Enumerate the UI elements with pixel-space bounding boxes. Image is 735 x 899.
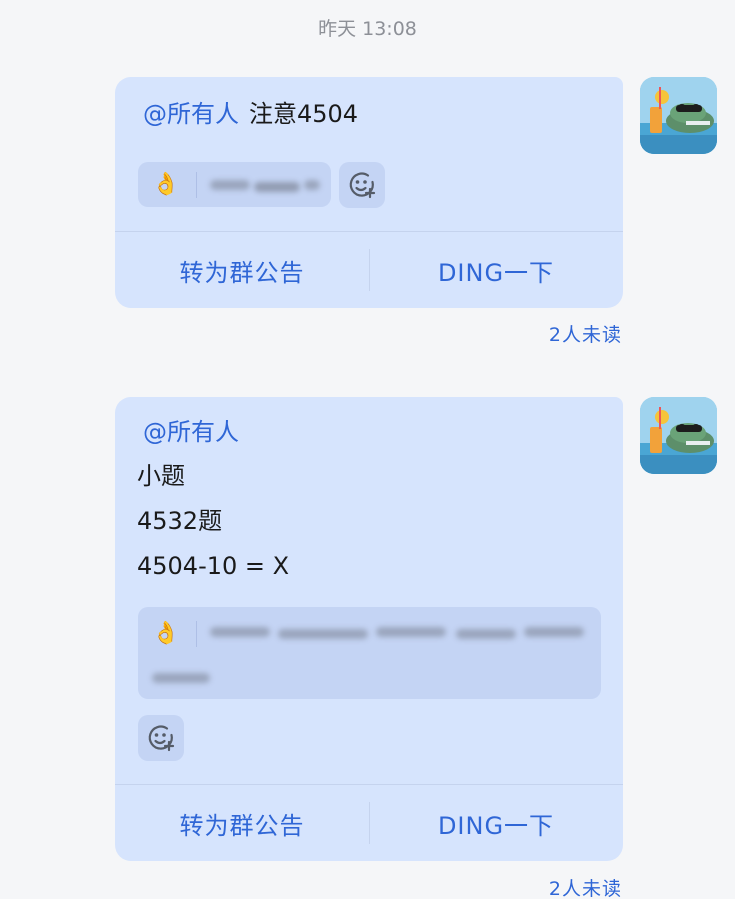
reaction-chip[interactable]: 👌 (138, 162, 331, 207)
reaction-names-blurred (254, 182, 300, 192)
add-reaction-icon (349, 172, 376, 199)
unread-count[interactable]: 2人未读 (549, 874, 622, 899)
crocodile-avatar-icon (640, 77, 717, 154)
message-text: 注意4504 (249, 100, 359, 128)
unread-count[interactable]: 2人未读 (549, 320, 622, 347)
message-bubble[interactable]: @所有人 小题 4532题 4504-10 = X 👌 转为群公告 DING一下 (115, 397, 623, 861)
avatar[interactable] (640, 397, 717, 474)
message-text: 4504-10 = X (137, 552, 290, 580)
reaction-names-blurred (524, 627, 584, 637)
reaction-names-blurred (278, 629, 368, 639)
message-timestamp: 昨天 13:08 (318, 18, 417, 40)
message-text: 小题 (137, 462, 185, 490)
reaction-names-blurred (456, 629, 516, 639)
reaction-names-blurred (304, 180, 320, 190)
reaction-chip[interactable]: 👌 (138, 607, 601, 699)
chip-divider (196, 172, 197, 198)
avatar[interactable] (640, 77, 717, 154)
crocodile-avatar-icon (640, 397, 717, 474)
message-mention-line: @所有人 (143, 417, 239, 447)
ok-hand-emoji-icon: 👌 (152, 172, 180, 197)
message-bubble[interactable]: @所有人 注意4504 👌 转为群公告 DING一下 (115, 77, 623, 308)
add-reaction-button[interactable] (339, 162, 385, 208)
chip-divider (196, 621, 197, 647)
ok-hand-emoji-icon: 👌 (152, 621, 180, 646)
add-reaction-icon (148, 725, 175, 752)
reaction-names-blurred (152, 673, 210, 683)
message-text: 4532题 (137, 507, 223, 535)
convert-to-announcement-button[interactable]: 转为群公告 (115, 785, 369, 861)
ding-button[interactable]: DING一下 (369, 232, 623, 308)
chat-view: 昨天 13:08 @所有人 注意4504 👌 转为群公告 DING一下 2人未读… (0, 0, 735, 899)
message-content: @所有人 注意4504 (143, 99, 358, 129)
mention-all[interactable]: @所有人 (143, 418, 239, 446)
reaction-names-blurred (210, 180, 250, 190)
convert-to-announcement-button[interactable]: 转为群公告 (115, 232, 369, 308)
mention-all[interactable]: @所有人 (143, 100, 239, 128)
reaction-names-blurred (376, 627, 446, 637)
ding-button[interactable]: DING一下 (369, 785, 623, 861)
reaction-names-blurred (210, 627, 270, 637)
add-reaction-button[interactable] (138, 715, 184, 761)
